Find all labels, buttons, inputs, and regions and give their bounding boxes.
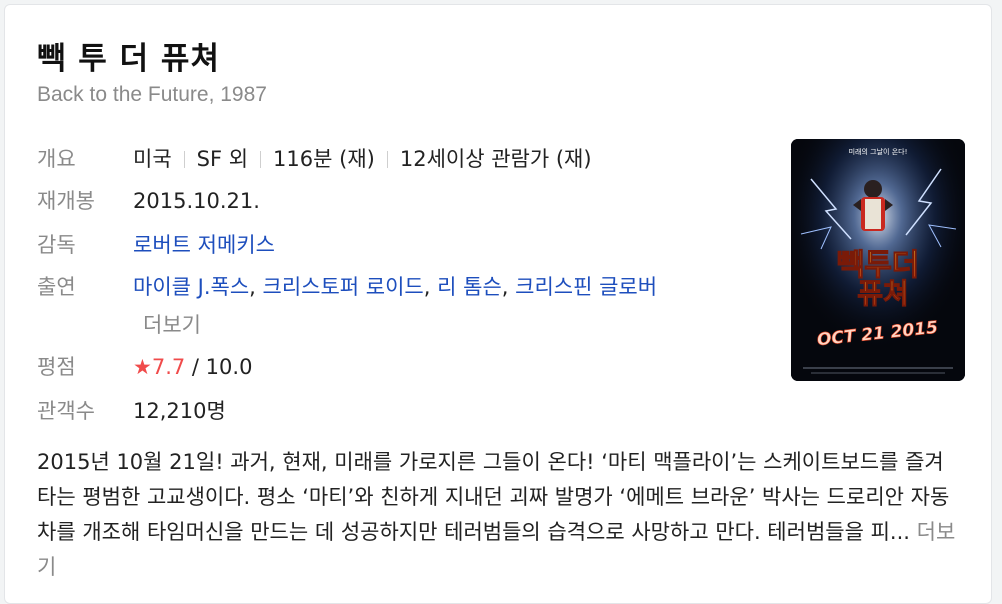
movie-info-card: 빽 투 더 퓨쳐 Back to the Future, 1987 개요 미국 S… [4,4,992,604]
director-label: 감독 [37,233,76,257]
divider [260,151,262,168]
score-value: 7.7 [151,355,186,379]
poster-image: 미래의 그날이 온다! 빽투더 퓨쳐 OCT 21 2015 [791,139,965,381]
cast-link[interactable]: 마이클 J.폭스 [133,275,249,299]
runtime: 116분 (재) [273,147,375,171]
cast-link[interactable]: 크리스핀 글로버 [515,275,657,299]
audience-count: 12,210명 [133,399,226,423]
cast-link[interactable]: 크리스토퍼 로이드 [263,275,424,299]
synopsis: 2015년 10월 21일! 과거, 현재, 미래를 가로지른 그들이 온다! … [37,445,967,585]
star-icon: ★ [133,355,152,379]
director-link[interactable]: 로버트 저메키스 [133,230,275,260]
rerelease-row: 재개봉 2015.10.21. [37,186,260,216]
rerelease-label: 재개봉 [37,189,95,213]
original-title: Back to the Future, 1987 [37,83,267,106]
audience-label: 관객수 [37,399,95,423]
movie-poster[interactable]: 미래의 그날이 온다! 빽투더 퓨쳐 OCT 21 2015 [791,139,965,381]
divider [183,151,185,168]
age-rating: 12세이상 관람가 (재) [399,147,592,171]
country: 미국 [133,147,172,171]
overview-row: 개요 미국 SF 외 116분 (재) 12세이상 관람가 (재) [37,144,592,174]
poster-logo-line2: 퓨쳐 [857,277,909,310]
cast-label: 출연 [37,275,76,299]
rerelease-date: 2015.10.21. [133,189,260,213]
genre: SF 외 [196,147,249,171]
synopsis-text: 2015년 10월 21일! 과거, 현재, 미래를 가로지른 그들이 온다! … [37,450,950,544]
director-row: 감독 로버트 저메키스 [37,230,275,260]
movie-title: 빽 투 더 퓨쳐 [37,41,220,77]
score-max: / 10.0 [191,355,253,379]
cast-link[interactable]: 리 톰슨 [437,275,502,299]
overview-label: 개요 [37,147,76,171]
score-row: 평점 ★7.7 / 10.0 [37,352,252,382]
cast-row: 출연 마이클 J.폭스, 크리스토퍼 로이드, 리 톰슨, 크리스핀 글로버 [37,272,657,302]
score-label: 평점 [37,355,76,379]
divider [386,151,388,168]
audience-row: 관객수 12,210명 [37,396,226,426]
poster-tagline: 미래의 그날이 온다! [849,147,908,156]
cast-more-link[interactable]: 더보기 [143,310,201,340]
